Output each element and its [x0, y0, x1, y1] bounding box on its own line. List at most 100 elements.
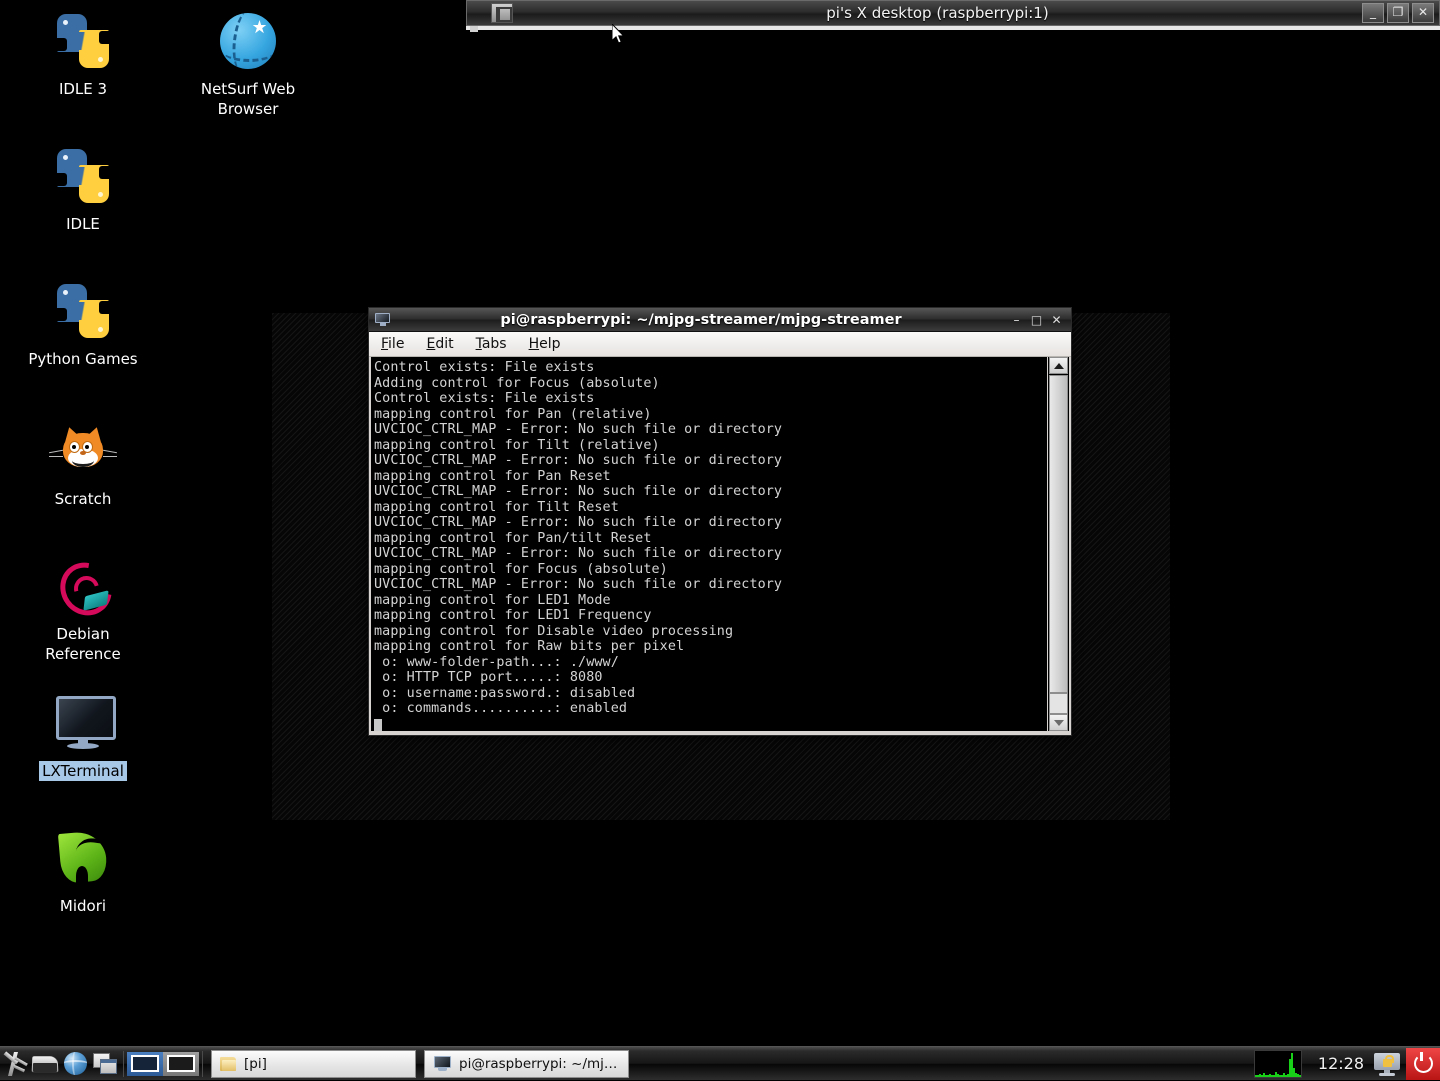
netsurf-icon	[183, 8, 313, 74]
midori-leaf-icon	[18, 825, 148, 891]
cpu-graph-bar	[1301, 1075, 1302, 1077]
menu-rest: ile	[388, 336, 405, 352]
menu-item-help[interactable]: Help	[529, 336, 561, 352]
terminal-close-button[interactable]: ✕	[1050, 313, 1063, 327]
terminal-line: mapping control for Tilt (relative)	[374, 437, 660, 453]
terminal-cursor	[374, 718, 382, 731]
menu-rest: dit	[435, 336, 454, 352]
terminal-maximize-button[interactable]: □	[1030, 313, 1043, 327]
desktop-icon-label: IDLE 3	[58, 80, 108, 98]
terminal-line: mapping control for Pan/tilt Reset	[374, 530, 652, 546]
taskbar[interactable]: [pi] pi@raspberrypi: ~/mjpg... 12:28	[0, 1046, 1440, 1080]
taskbar-main-menu-button[interactable]	[0, 1049, 30, 1079]
terminal-line: mapping control for Pan (relative)	[374, 406, 652, 422]
terminal-line: mapping control for Pan Reset	[374, 468, 611, 484]
pager-box-icon	[167, 1055, 195, 1072]
menu-item-tabs[interactable]: Tabs	[476, 336, 507, 352]
menu-rest: elp	[539, 336, 561, 352]
desktop-icon-midori[interactable]: Midori	[18, 825, 148, 916]
terminal-line: o: HTTP TCP port.....: 8080	[374, 670, 603, 685]
xwindow-titlebar[interactable]: pi's X desktop (raspberrypi:1) _ ❐ ✕	[466, 0, 1440, 26]
terminal-window-icon	[375, 312, 392, 327]
desktop-icon-python-games[interactable]: Python Games	[18, 278, 148, 369]
terminal-line: mapping control for Focus (absolute)	[374, 561, 668, 577]
terminal-line: UVCIOC_CTRL_MAP - Error: No such file or…	[374, 577, 783, 592]
terminal-line: mapping control for Raw bits per pixel	[374, 639, 685, 654]
terminal-output-area[interactable]: Control exists: File exists Adding contro…	[371, 357, 1047, 731]
terminal-window[interactable]: pi@raspberrypi: ~/mjpg-streamer/mjpg-str…	[368, 307, 1072, 736]
terminal-window-title: pi@raspberrypi: ~/mjpg-streamer/mjpg-str…	[500, 311, 902, 328]
xwindow-close-button[interactable]: ✕	[1412, 3, 1434, 23]
pager-desktop-2[interactable]	[163, 1051, 199, 1076]
scratch-cat-icon	[18, 418, 148, 484]
menu-mnemonic: H	[528, 336, 540, 352]
desktop-icon-label: Scratch	[54, 490, 112, 508]
desktop-icon-idle[interactable]: IDLE	[18, 143, 148, 234]
desktop-icon-label: Midori	[59, 897, 107, 915]
desktop-icon-label: IDLE	[66, 215, 100, 233]
menu-item-edit[interactable]: Edit	[426, 336, 453, 352]
terminal-line: Adding control for Focus (absolute)	[374, 375, 660, 391]
system-tray[interactable]: 12:28	[1253, 1047, 1440, 1081]
xwindow-minimize-button[interactable]: _	[1362, 3, 1384, 23]
xwindow-corner-notch	[470, 26, 478, 32]
lock-screen-icon[interactable]	[1374, 1052, 1400, 1076]
globe-icon	[63, 1052, 87, 1075]
terminal-line: mapping control for LED1 Mode	[374, 592, 611, 608]
scroll-up-arrow-icon[interactable]	[1049, 357, 1068, 374]
terminal-line: UVCIOC_CTRL_MAP - Error: No such file or…	[374, 546, 783, 561]
terminal-line: UVCIOC_CTRL_MAP - Error: No such file or…	[374, 484, 783, 499]
terminal-text: Control exists: File exists Adding contro…	[374, 360, 1047, 717]
terminal-line: UVCIOC_CTRL_MAP - Error: No such file or…	[374, 422, 783, 437]
terminal-menubar[interactable]: File Edit Tabs Help	[369, 332, 1071, 357]
desktop-icon-label: Debian Reference	[45, 625, 121, 663]
desktop-icon-lxterminal[interactable]: LXTerminal	[18, 690, 148, 781]
windows-icon	[92, 1052, 118, 1075]
terminal-line: Control exists: File exists	[374, 391, 595, 406]
terminal-line: mapping control for Tilt Reset	[374, 499, 619, 515]
taskbar-web-browser-button[interactable]	[60, 1049, 90, 1079]
task-button-terminal[interactable]: pi@raspberrypi: ~/mjpg...	[424, 1049, 629, 1078]
task-button-pi[interactable]: [pi]	[211, 1049, 416, 1078]
terminal-line: o: commands..........: enabled	[374, 701, 628, 716]
xwindow-restore-button[interactable]: ❐	[1387, 3, 1409, 23]
taskbar-separator	[202, 1050, 203, 1077]
scrollbar-thumb[interactable]	[1049, 375, 1068, 693]
menu-bird-icon	[2, 1050, 28, 1076]
cpu-usage-graph[interactable]	[1253, 1049, 1302, 1078]
terminal-line: mapping control for Disable video proces…	[374, 623, 734, 639]
task-button-label: [pi]	[244, 1055, 267, 1072]
scrollbar-trough[interactable]	[1049, 693, 1068, 714]
taskbar-clock[interactable]: 12:28	[1308, 1054, 1374, 1073]
python-icon	[18, 278, 148, 344]
window-menu-icon[interactable]	[491, 3, 513, 23]
taskbar-window-switcher-button[interactable]	[90, 1049, 120, 1079]
terminal-line: mapping control for LED1 Frequency	[374, 608, 652, 623]
shutdown-button[interactable]	[1406, 1047, 1440, 1080]
taskbar-separator	[123, 1050, 124, 1077]
desktop-icon-scratch[interactable]: Scratch	[18, 418, 148, 509]
terminal-scrollbar[interactable]	[1048, 357, 1069, 731]
files-icon	[31, 1054, 59, 1074]
desktop-icon-netsurf[interactable]: NetSurf Web Browser	[183, 8, 313, 119]
menu-mnemonic: F	[381, 336, 389, 352]
terminal-line: o: www-folder-path...: ./www/	[374, 654, 619, 670]
terminal-line: o: username:password.: disabled	[374, 685, 636, 701]
pager-desktop-1[interactable]	[127, 1051, 163, 1076]
shutdown-icon	[1413, 1052, 1433, 1073]
scroll-down-arrow-icon[interactable]	[1049, 714, 1068, 731]
monitor-icon	[18, 690, 148, 756]
terminal-line: UVCIOC_CTRL_MAP - Error: No such file or…	[374, 515, 783, 530]
monitor-icon	[433, 1055, 452, 1072]
task-button-label: pi@raspberrypi: ~/mjpg...	[459, 1055, 620, 1072]
terminal-line: UVCIOC_CTRL_MAP - Error: No such file or…	[374, 453, 783, 468]
desktop-icon-debian-reference[interactable]: Debian Reference	[18, 552, 148, 664]
xwindow-title: pi's X desktop (raspberrypi:1)	[826, 4, 1049, 22]
taskbar-file-manager-button[interactable]	[30, 1049, 60, 1079]
terminal-titlebar[interactable]: pi@raspberrypi: ~/mjpg-streamer/mjpg-str…	[369, 308, 1071, 332]
terminal-minimize-button[interactable]: –	[1010, 313, 1023, 327]
desktop-background[interactable]: IDLE 3 NetSurf Web Browser IDLE Python G…	[0, 0, 1440, 1046]
mouse-cursor-arrow-icon	[611, 22, 626, 46]
menu-item-file[interactable]: File	[381, 336, 404, 352]
desktop-icon-idle3[interactable]: IDLE 3	[18, 8, 148, 99]
